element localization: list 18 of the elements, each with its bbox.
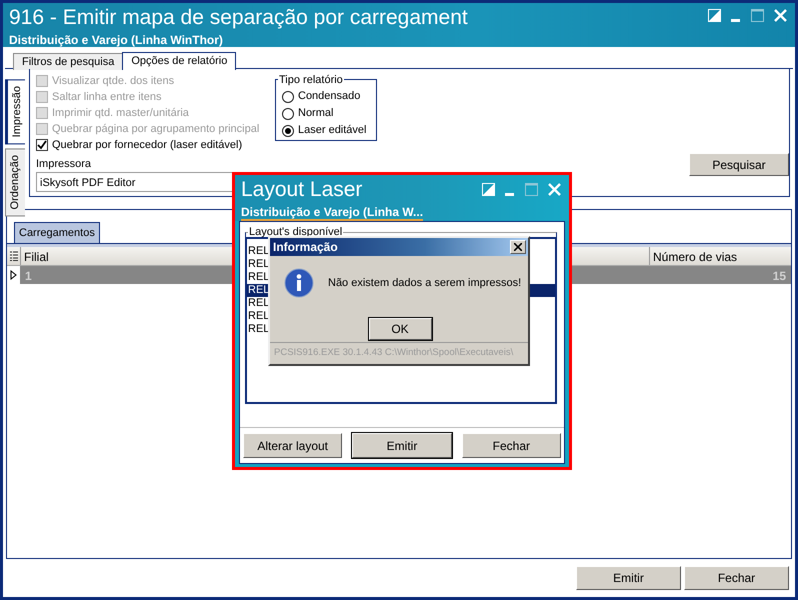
window-subtitle: Distribuição e Varejo (Linha WinThor) xyxy=(9,33,223,47)
group-label: Tipo relatório xyxy=(278,72,344,88)
checkbox-label: Quebrar por fornecedor (laser editável) xyxy=(52,138,242,153)
dialog-title: Layout Laser xyxy=(241,177,362,203)
status-text: PCSIS916.EXE 30.1.4.43 C:\Winthor\Spool\Executaveis\ xyxy=(274,346,514,358)
column-header: Número de vias xyxy=(649,247,791,265)
checkbox-label: Saltar linha entre itens xyxy=(52,90,162,105)
checkbox-label: Visualizar qtde. dos itens xyxy=(52,74,174,89)
message-text: Não existem dados a serem impressos! xyxy=(328,276,522,291)
printer-label: Impressora xyxy=(36,156,92,172)
radio-label: Normal xyxy=(298,106,334,122)
radio-label: Laser editável xyxy=(298,123,366,138)
table-cell-text: 1 xyxy=(25,268,32,283)
window-title: 916 - Emitir mapa de separação por carregament xyxy=(9,5,468,31)
checkbox-label: Imprimir qtd. master/unitária xyxy=(52,106,189,121)
checkbox-label: Quebrar página por agrupamento principal xyxy=(52,122,260,137)
radio-label: Condensado xyxy=(298,89,360,104)
table-cell-text: 15 xyxy=(772,268,786,283)
